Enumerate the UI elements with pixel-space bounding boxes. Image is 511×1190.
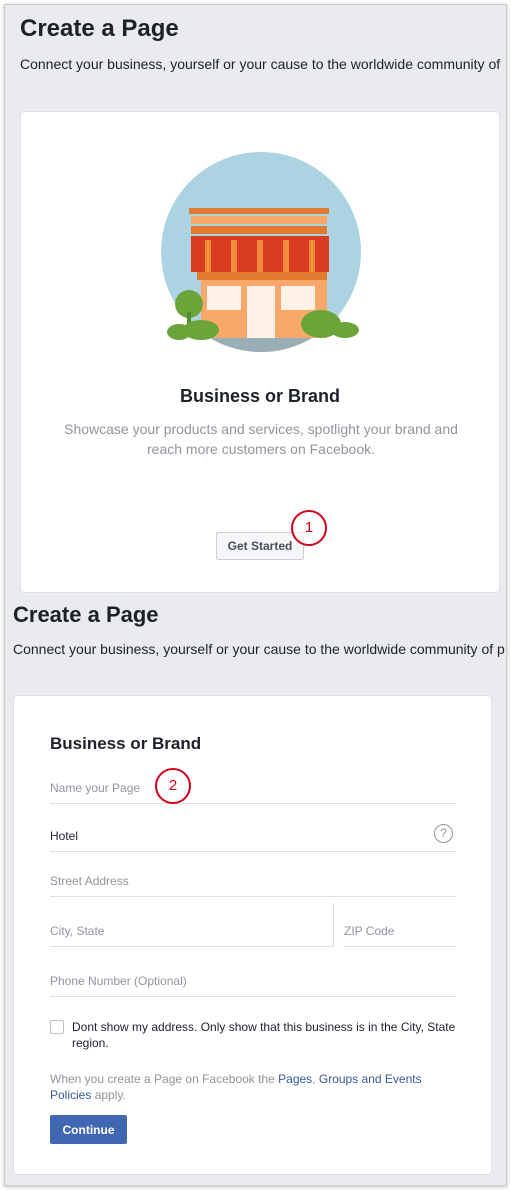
- page-subtitle-step2: Connect your business, yourself or your …: [13, 641, 505, 657]
- phone-field: [50, 965, 456, 997]
- policy-suffix: apply.: [91, 1088, 126, 1102]
- continue-button[interactable]: Continue: [50, 1115, 127, 1144]
- category-field: [50, 820, 456, 852]
- business-brand-form: Business or Brand 2 ? Dont show my addre…: [13, 695, 492, 1175]
- hide-address-label[interactable]: Dont show my address. Only show that thi…: [72, 1019, 462, 1051]
- card-description: Showcase your products and services, spo…: [64, 421, 458, 457]
- page-title-step2: Create a Page: [13, 602, 159, 627]
- street-address-field: [50, 865, 456, 897]
- phone-input[interactable]: [50, 966, 456, 996]
- page-subtitle: Connect your business, yourself or your …: [20, 56, 501, 72]
- category-input[interactable]: [50, 821, 456, 851]
- card-title: Business or Brand: [179, 386, 341, 406]
- field-divider: [333, 903, 334, 947]
- city-state-input[interactable]: [50, 916, 334, 946]
- page-name-field: [50, 772, 456, 804]
- pages-policy-link[interactable]: Pages: [278, 1072, 312, 1086]
- page-title: Create a Page: [20, 15, 179, 42]
- street-address-input[interactable]: [50, 866, 456, 896]
- hide-address-checkbox[interactable]: [50, 1020, 64, 1034]
- annotation-marker-1: 1: [291, 510, 327, 546]
- storefront-illustration-icon: [161, 152, 361, 352]
- business-brand-card: Business or Brand Showcase your products…: [20, 111, 500, 593]
- zip-code-input[interactable]: [344, 916, 456, 946]
- get-started-button[interactable]: Get Started: [216, 532, 304, 560]
- form-title: Business or Brand: [50, 734, 202, 753]
- screenshot-frame: Create a Page Connect your business, you…: [4, 4, 507, 1186]
- policy-notice: When you create a Page on Facebook the P…: [50, 1071, 450, 1103]
- help-icon[interactable]: ?: [434, 824, 453, 843]
- zip-code-field: [344, 915, 456, 947]
- policy-prefix: When you create a Page on Facebook the: [50, 1072, 279, 1086]
- page-name-input[interactable]: [50, 773, 456, 803]
- policy-separator: ,: [312, 1072, 319, 1086]
- annotation-marker-2: 2: [155, 768, 191, 804]
- city-state-field: [50, 915, 334, 947]
